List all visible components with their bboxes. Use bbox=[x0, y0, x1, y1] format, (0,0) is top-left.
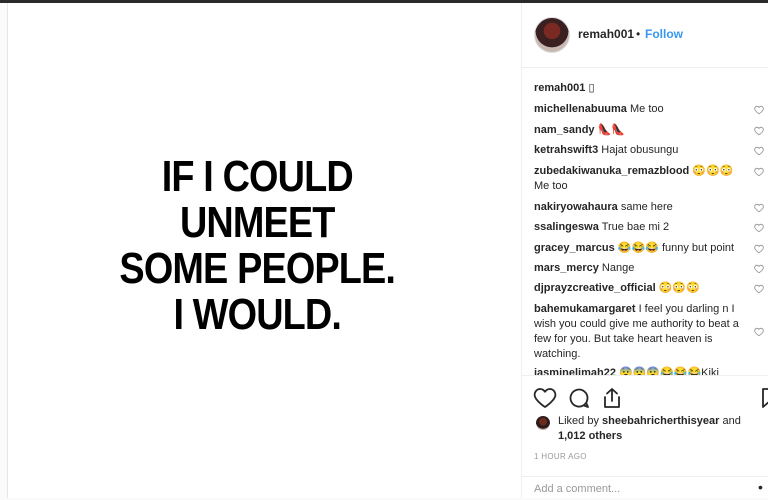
comment-text: same here bbox=[620, 201, 673, 213]
list-item: jasminelimah22 😨😨😨😂😂😂Kiki bbox=[534, 366, 742, 375]
follow-button[interactable]: Follow bbox=[645, 27, 683, 41]
like-comment-heart-icon[interactable] bbox=[754, 223, 764, 233]
quote-line: IF I COULD bbox=[161, 151, 353, 201]
comment-text: Me too bbox=[629, 103, 664, 115]
post-image: IF I COULD UNMEET SOME PEOPLE. I WOULD. bbox=[8, 3, 522, 498]
quote-line: I WOULD. bbox=[173, 289, 341, 339]
list-item: bahemukamargaret I feel you darling n I … bbox=[534, 302, 742, 362]
like-comment-heart-icon[interactable] bbox=[754, 244, 764, 254]
caption: remah001 ▯ bbox=[534, 81, 742, 96]
post-sidebar: remah001 • Follow remah001 ▯ michellenab… bbox=[521, 3, 768, 498]
list-item: djprayzcreative_official 😳😳😳 bbox=[534, 281, 742, 296]
comment-text: 😳😳😳 bbox=[658, 282, 700, 294]
list-item: ssalingeswa True bae mi 2 bbox=[534, 220, 742, 235]
list-item: mars_mercy Nange bbox=[534, 261, 742, 276]
liked-by-avatar[interactable] bbox=[536, 416, 550, 430]
heart-icon[interactable] bbox=[533, 386, 557, 410]
likes-summary: Liked by sheebahricherthisyear and 1,012… bbox=[558, 414, 763, 444]
like-comment-heart-icon[interactable] bbox=[754, 327, 764, 337]
more-options-icon[interactable]: • bbox=[758, 479, 763, 495]
post-timestamp[interactable]: 1 HOUR AGO bbox=[534, 452, 587, 461]
likes-prefix: Liked by bbox=[558, 415, 599, 427]
list-item: nakiryowahaura same here bbox=[534, 200, 742, 215]
like-comment-heart-icon[interactable] bbox=[754, 167, 764, 177]
comment-username[interactable]: djprayzcreative_official bbox=[534, 282, 656, 294]
quote-line: UNMEET bbox=[179, 197, 335, 247]
comment-icon[interactable] bbox=[567, 386, 591, 410]
comments-list[interactable]: remah001 ▯ michellenabuuma Me too nam_sa… bbox=[522, 69, 768, 375]
comment-username[interactable]: bahemukamargaret bbox=[534, 303, 636, 315]
comment-text: 😨😨😨😂😂😂Kiki bbox=[619, 367, 719, 375]
list-item: nam_sandy 👠👠 bbox=[534, 123, 742, 138]
quote-line: SOME PEOPLE. bbox=[119, 243, 396, 293]
add-comment-bar: • bbox=[522, 476, 768, 500]
comment-text: True bae mi 2 bbox=[601, 221, 670, 233]
comment-username[interactable]: nam_sandy bbox=[534, 124, 595, 136]
like-comment-heart-icon[interactable] bbox=[754, 264, 764, 274]
likes-user[interactable]: sheebahricherthisyear bbox=[602, 415, 719, 427]
likes-count[interactable]: 1,012 others bbox=[558, 430, 622, 442]
list-item: ketrahswift3 Hajat obusungu bbox=[534, 143, 742, 158]
list-item: gracey_marcus 😂😂😂 funny but point bbox=[534, 241, 742, 256]
comment-text: 👠👠 bbox=[597, 124, 625, 136]
bookmark-icon[interactable] bbox=[760, 386, 768, 410]
separator-dot: • bbox=[636, 27, 641, 41]
share-icon[interactable] bbox=[600, 386, 624, 410]
caption-username[interactable]: remah001 bbox=[534, 82, 585, 94]
like-comment-heart-icon[interactable] bbox=[754, 203, 764, 213]
comment-username[interactable]: ssalingeswa bbox=[534, 221, 599, 233]
comment-text: Nange bbox=[601, 262, 635, 274]
comment-username[interactable]: ketrahswift3 bbox=[534, 144, 598, 156]
list-item: michellenabuuma Me too bbox=[534, 102, 742, 117]
comment-text: Hajat obusungu bbox=[601, 144, 679, 156]
comment-text: 😂😂😂 funny but point bbox=[617, 242, 735, 254]
post-header: remah001 • Follow bbox=[522, 3, 768, 68]
add-comment-input[interactable] bbox=[534, 483, 734, 495]
like-comment-heart-icon[interactable] bbox=[754, 105, 764, 115]
comment-username[interactable]: michellenabuuma bbox=[534, 103, 627, 115]
comment-username[interactable]: mars_mercy bbox=[534, 262, 599, 274]
post-media: IF I COULD UNMEET SOME PEOPLE. I WOULD. bbox=[7, 3, 522, 498]
list-item: zubedakiwanuka_remazblood 😳😳😳 Me too bbox=[534, 164, 749, 194]
header-username[interactable]: remah001 bbox=[578, 27, 634, 41]
like-comment-heart-icon[interactable] bbox=[754, 284, 764, 294]
quote-text: IF I COULD UNMEET SOME PEOPLE. I WOULD. bbox=[119, 151, 396, 339]
likes-mid: and bbox=[722, 415, 741, 427]
comment-username[interactable]: nakiryowahaura bbox=[534, 201, 618, 213]
post-actions: Liked by sheebahricherthisyear and 1,012… bbox=[522, 375, 768, 499]
avatar[interactable] bbox=[534, 17, 570, 53]
caption-text: ▯ bbox=[588, 82, 595, 94]
like-comment-heart-icon[interactable] bbox=[754, 146, 764, 156]
comment-username[interactable]: gracey_marcus bbox=[534, 242, 615, 254]
comment-username[interactable]: jasminelimah22 bbox=[534, 367, 616, 375]
comment-username[interactable]: zubedakiwanuka_remazblood bbox=[534, 165, 689, 177]
like-comment-heart-icon[interactable] bbox=[754, 126, 764, 136]
